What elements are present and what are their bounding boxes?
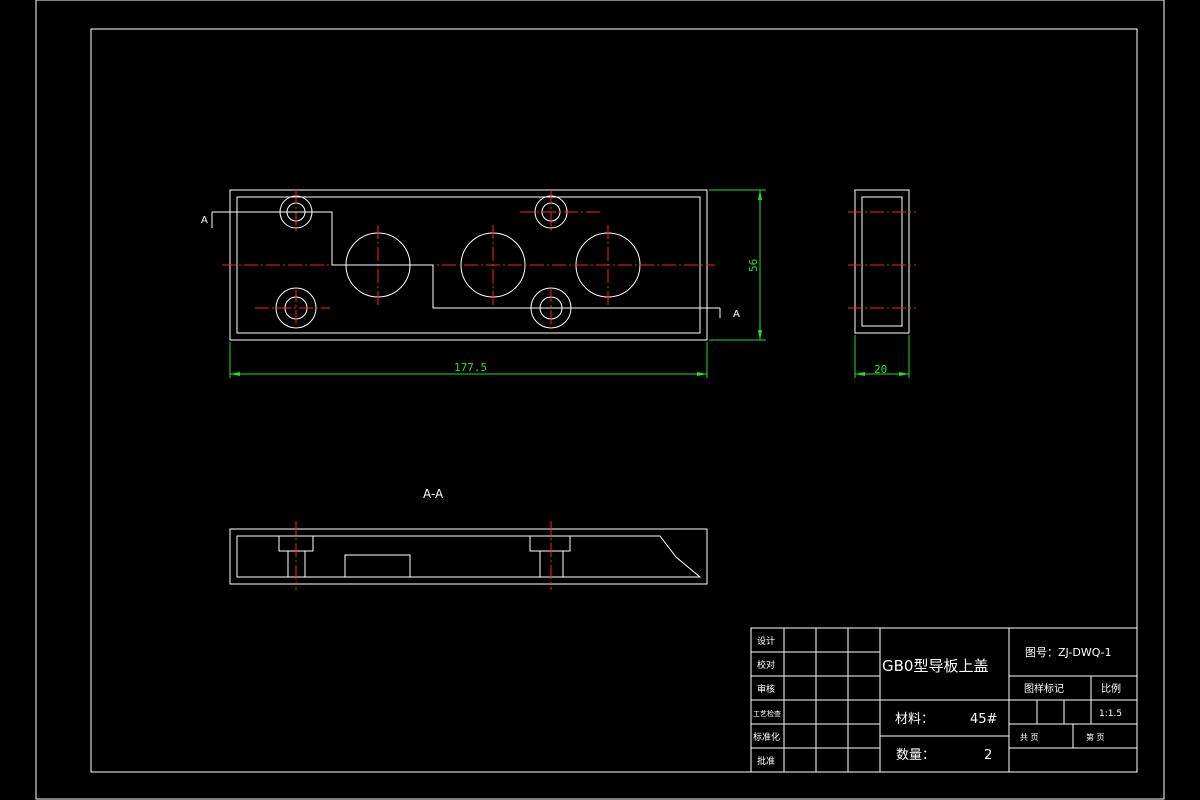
outer-border bbox=[35, 0, 1165, 800]
quantity-value: 2 bbox=[984, 748, 992, 763]
material-label: 材料： bbox=[895, 712, 934, 727]
title-block: 设计 校对 审核 工艺检查 标准化 批准 GB0型导板上盖 材料： 45# 数量… bbox=[750, 627, 1138, 773]
role-process: 工艺检查 bbox=[753, 709, 781, 718]
role-review: 审核 bbox=[757, 683, 775, 695]
role-design: 设计 bbox=[757, 635, 775, 647]
section-mark-right: A bbox=[733, 309, 740, 320]
front-view: A A bbox=[201, 189, 740, 341]
section-label: A-A bbox=[423, 487, 444, 501]
sheets-total: 共 页 bbox=[1020, 733, 1039, 742]
section-view bbox=[229, 521, 708, 590]
scale-value: 1:1.5 bbox=[1099, 709, 1122, 719]
cad-drawing: A A 177.5 56 20 A-A 设计 校对 审核 工艺检查 标准化 批准… bbox=[35, 0, 1165, 800]
side-view: 20 bbox=[848, 189, 916, 378]
sheet-number: 第 页 bbox=[1086, 732, 1105, 742]
dim-height: 56 bbox=[747, 259, 760, 272]
dim-thickness: 20 bbox=[874, 363, 887, 376]
drawing-number: 图号：ZJ-DWQ-1 bbox=[1025, 646, 1112, 659]
dim-length: 177.5 bbox=[454, 361, 487, 374]
role-approve: 批准 bbox=[757, 755, 775, 767]
role-standard: 标准化 bbox=[753, 731, 780, 743]
material-value: 45# bbox=[970, 712, 997, 727]
section-mark-left: A bbox=[201, 215, 208, 226]
sample-mark: 图样标记 bbox=[1024, 682, 1064, 695]
scale-label: 比例 bbox=[1101, 682, 1121, 695]
quantity-label: 数量： bbox=[896, 748, 935, 763]
part-name: GB0型导板上盖 bbox=[882, 657, 988, 675]
role-check: 校对 bbox=[757, 659, 775, 671]
